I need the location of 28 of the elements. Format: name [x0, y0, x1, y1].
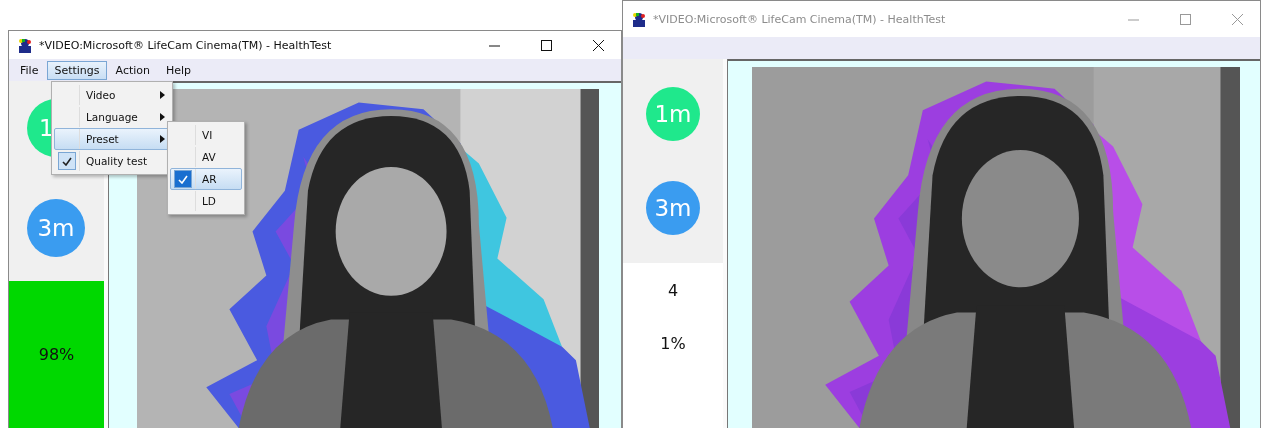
app-icon	[631, 11, 647, 27]
check-icon	[62, 156, 72, 166]
window-title: *VIDEO:Microsoft® LifeCam Cinema(TM) - HealthTest	[653, 12, 947, 26]
distance-badge: 3m	[646, 181, 700, 235]
window-title: *VIDEO:Microsoft® LifeCam Cinema(TM) - HealthTest	[39, 38, 333, 52]
result-text: 1%	[660, 334, 686, 353]
caret-icon	[160, 113, 165, 121]
close-icon	[1231, 13, 1243, 25]
menu-option[interactable]: AR	[170, 168, 242, 190]
caret-icon	[160, 91, 165, 99]
result-text: 98%	[38, 345, 75, 364]
app-icon	[17, 37, 33, 53]
distance-badge: 1m	[646, 87, 700, 141]
close-icon	[592, 39, 604, 51]
maximize-icon	[1179, 13, 1191, 25]
caret-icon	[160, 135, 165, 143]
menu-option[interactable]: AV	[170, 146, 242, 168]
menu-option[interactable]: Preset	[54, 128, 170, 150]
check-icon	[178, 174, 188, 184]
maximize-icon	[540, 39, 552, 51]
menu-item[interactable]: Action	[108, 60, 157, 80]
menu-item[interactable]: File	[13, 60, 46, 80]
result-text: 4	[667, 281, 679, 300]
menu-item[interactable]: Settings	[47, 60, 107, 80]
menu-item[interactable]: Help	[159, 60, 199, 80]
menu-option[interactable]: VI	[170, 124, 242, 146]
menu-option[interactable]: LD	[170, 190, 242, 212]
distance-badge: 3m	[27, 199, 85, 257]
